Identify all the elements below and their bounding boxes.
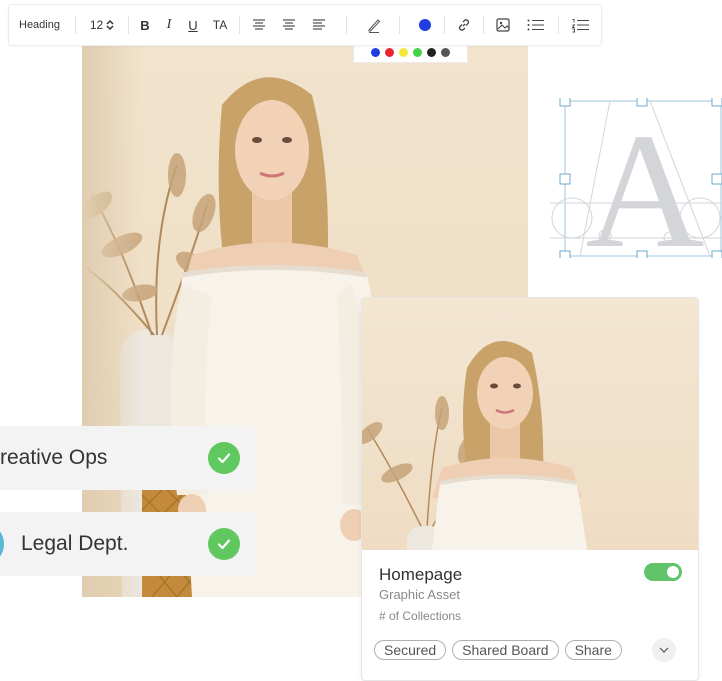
approval-legal-dept: Legal Dept.: [0, 512, 255, 576]
tag-secured[interactable]: Secured: [374, 640, 447, 660]
bullet-list-icon[interactable]: [518, 5, 554, 45]
color-swatch-red[interactable]: [385, 48, 394, 57]
underline-button[interactable]: U: [181, 5, 205, 45]
asset-card[interactable]: Homepage Graphic Asset # of Collections …: [361, 297, 699, 681]
toolbar-divider: [399, 16, 400, 34]
toolbar-divider: [483, 16, 484, 34]
tag-list: Secured Shared Board Share: [374, 640, 622, 660]
approval-creative-ops: reative Ops: [0, 426, 255, 490]
bold-button[interactable]: B: [133, 5, 157, 45]
link-icon[interactable]: [449, 5, 479, 45]
color-swatch-green[interactable]: [413, 48, 422, 57]
expand-button[interactable]: [652, 638, 676, 662]
color-picker-button[interactable]: [410, 5, 440, 45]
font-size-value: 12: [89, 18, 104, 32]
toggle-knob: [667, 566, 679, 578]
asset-title: Homepage: [379, 565, 463, 584]
toolbar-divider: [558, 16, 559, 34]
align-center-icon[interactable]: [274, 5, 304, 45]
tag-shared-board[interactable]: Shared Board: [452, 640, 559, 660]
chevron-down-icon: [659, 647, 669, 653]
editor-toolbar: Heading 12 B I U TA: [8, 4, 602, 46]
approval-label: Legal Dept.: [21, 532, 129, 555]
text-case-button[interactable]: TA: [205, 5, 235, 45]
toolbar-divider: [128, 16, 129, 34]
toolbar-divider: [75, 16, 76, 34]
color-icon: [419, 19, 431, 31]
pen-icon[interactable]: [359, 5, 389, 45]
stepper-icon: [106, 19, 114, 31]
align-left-icon[interactable]: [244, 5, 274, 45]
asset-toggle[interactable]: [644, 563, 682, 581]
color-swatch-blue[interactable]: [371, 48, 380, 57]
color-swatch-yellow[interactable]: [399, 48, 408, 57]
toolbar-divider: [444, 16, 445, 34]
collections-count: # of Collections: [379, 609, 462, 623]
image-icon[interactable]: [488, 5, 518, 45]
heading-style-select[interactable]: Heading: [19, 5, 71, 45]
check-icon: [208, 528, 240, 560]
color-palette: [353, 43, 468, 63]
tag-share[interactable]: Share: [564, 640, 622, 660]
italic-button[interactable]: I: [157, 5, 181, 45]
typography-glyph: A: [585, 99, 704, 258]
numbered-list-icon[interactable]: [563, 5, 599, 45]
avatar: [0, 528, 4, 560]
check-icon: [208, 442, 240, 474]
toolbar-divider: [346, 16, 347, 34]
toolbar-divider: [239, 16, 240, 34]
typography-specimen: A: [550, 95, 722, 282]
asset-type: Graphic Asset: [379, 587, 460, 602]
color-swatch-gray[interactable]: [441, 48, 450, 57]
color-swatch-black[interactable]: [427, 48, 436, 57]
approval-label: reative Ops: [0, 446, 108, 469]
align-right-icon[interactable]: [304, 5, 334, 45]
asset-thumbnail: [362, 298, 698, 550]
font-size-select[interactable]: 12: [80, 5, 124, 45]
